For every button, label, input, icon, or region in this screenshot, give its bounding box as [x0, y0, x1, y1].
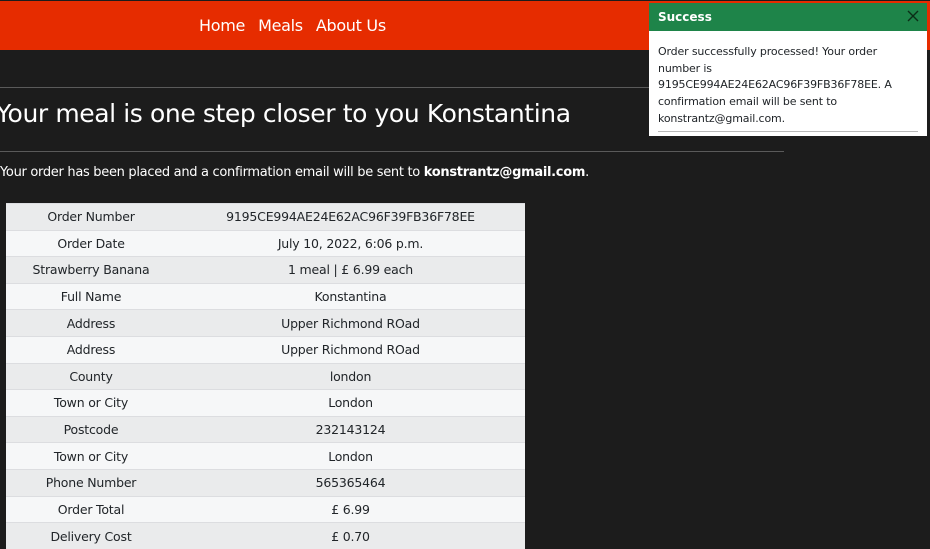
success-toast: Success Order successfully processed! Yo… [649, 3, 927, 136]
toast-divider [658, 130, 918, 132]
table-row: Order Total £ 6.99 [6, 495, 525, 523]
row-value: Upper Richmond ROad [176, 309, 525, 337]
table-row: Town or City London [6, 442, 525, 470]
table-row: Address Upper Richmond ROad [6, 309, 525, 337]
row-label: Town or City [6, 442, 176, 470]
order-summary-table: Order Number 9195CE994AE24E62AC96F39FB36… [6, 203, 525, 549]
row-value: Upper Richmond ROad [176, 335, 525, 364]
row-label: Delivery Cost [6, 522, 176, 549]
row-value: 232143124 [176, 415, 525, 443]
nav-about-link[interactable]: About Us [316, 16, 386, 35]
nav-meals-link[interactable]: Meals [258, 16, 303, 35]
row-label: Postcode [6, 415, 176, 443]
row-value: July 10, 2022, 6:06 p.m. [176, 229, 525, 257]
close-icon[interactable] [906, 9, 920, 23]
nav-home-link[interactable]: Home [199, 16, 245, 35]
toast-message: Order successfully processed! Your order… [658, 45, 892, 125]
row-label: Strawberry Banana [6, 256, 176, 284]
row-label: Order Total [6, 495, 176, 523]
confirmation-suffix: . [585, 165, 589, 180]
row-value: London [176, 442, 525, 470]
toast-header: Success [649, 3, 927, 31]
row-value: Konstantina [176, 282, 525, 310]
row-value: 565365464 [176, 468, 525, 497]
row-label: Phone Number [6, 468, 176, 497]
row-value: 1 meal | £ 6.99 each [176, 256, 525, 284]
toast-title: Success [658, 10, 712, 24]
row-value: 9195CE994AE24E62AC96F39FB36F78EE [176, 203, 525, 231]
table-row: Town or City London [6, 389, 525, 417]
table-row: Delivery Cost £ 0.70 [6, 522, 525, 549]
row-label: Town or City [6, 389, 176, 417]
confirmation-email: konstrantz@gmail.com [423, 165, 586, 180]
row-label: Address [6, 309, 176, 337]
row-label: Address [6, 335, 176, 364]
row-label: County [6, 362, 176, 390]
confirmation-prefix: Your order has been placed and a confirm… [0, 165, 424, 180]
page-title: Your meal is one step closer to you Kons… [0, 99, 571, 128]
table-row: Full Name Konstantina [6, 282, 525, 310]
divider-middle [0, 151, 784, 152]
row-label: Order Date [6, 229, 176, 257]
row-label: Full Name [6, 282, 176, 310]
table-row: County london [6, 362, 525, 390]
main-nav: Home Meals About Us [199, 16, 386, 35]
table-row: Order Date July 10, 2022, 6:06 p.m. [6, 229, 525, 257]
table-row: Order Number 9195CE994AE24E62AC96F39FB36… [6, 203, 525, 231]
row-value: £ 6.99 [176, 495, 525, 523]
row-value: london [176, 362, 525, 390]
row-value: London [176, 389, 525, 417]
confirmation-message: Your order has been placed and a confirm… [0, 165, 589, 180]
table-row: Postcode 232143124 [6, 415, 525, 443]
row-label: Order Number [6, 203, 176, 231]
row-value: £ 0.70 [176, 522, 525, 549]
table-row: Strawberry Banana 1 meal | £ 6.99 each [6, 256, 525, 284]
table-row: Address Upper Richmond ROad [6, 335, 525, 364]
table-row: Phone Number 565365464 [6, 468, 525, 497]
